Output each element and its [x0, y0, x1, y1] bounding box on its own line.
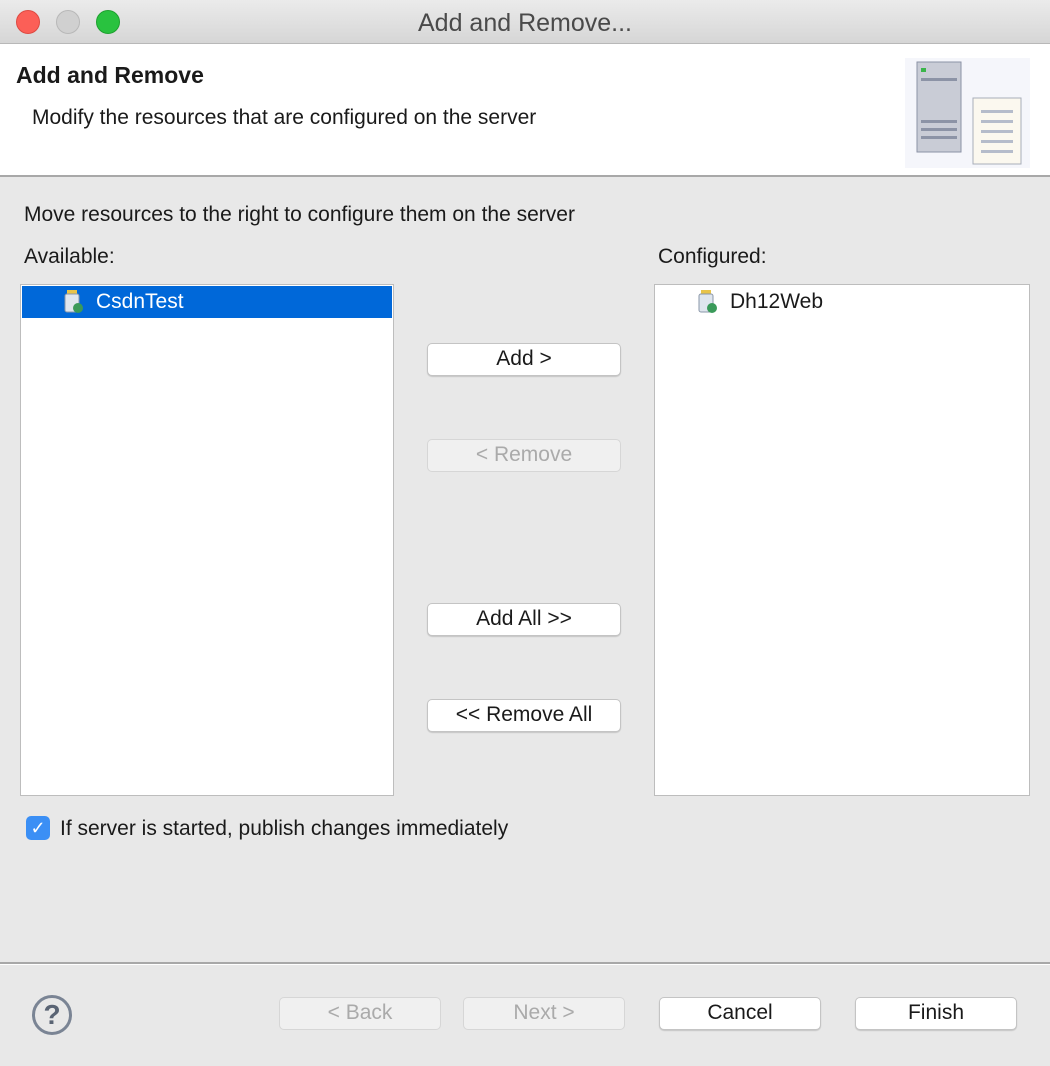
- server-banner-icon: [905, 58, 1030, 168]
- configured-list[interactable]: Dh12Web: [654, 284, 1030, 796]
- title-bar: Add and Remove...: [0, 0, 1050, 44]
- web-project-icon: [698, 290, 717, 313]
- configured-label: Configured:: [658, 245, 767, 268]
- available-list[interactable]: CsdnTest: [20, 284, 394, 796]
- list-item[interactable]: CsdnTest: [22, 286, 392, 318]
- instructions-text: Move resources to the right to configure…: [24, 203, 575, 226]
- list-item[interactable]: Dh12Web: [656, 286, 1028, 318]
- available-label: Available:: [24, 245, 115, 268]
- help-icon[interactable]: ?: [32, 995, 72, 1035]
- add-all-button[interactable]: Add All >>: [427, 603, 621, 636]
- publish-checkbox[interactable]: ✓: [26, 816, 50, 840]
- page-description: Modify the resources that are configured…: [32, 106, 537, 129]
- page-title: Add and Remove: [16, 62, 204, 88]
- remove-all-button[interactable]: << Remove All: [427, 699, 621, 732]
- web-project-icon: [64, 290, 83, 313]
- publish-checkbox-label[interactable]: If server is started, publish changes im…: [60, 817, 508, 841]
- wizard-header: Add and Remove Modify the resources that…: [0, 44, 1050, 177]
- remove-button[interactable]: < Remove: [427, 439, 621, 472]
- back-button[interactable]: < Back: [279, 997, 441, 1030]
- cancel-button[interactable]: Cancel: [659, 997, 821, 1030]
- list-item-label: Dh12Web: [730, 290, 824, 313]
- window-title: Add and Remove...: [417, 9, 632, 37]
- next-button[interactable]: Next >: [463, 997, 625, 1030]
- finish-button[interactable]: Finish: [855, 997, 1017, 1030]
- add-button[interactable]: Add >: [427, 343, 621, 376]
- footer-divider: [0, 962, 1050, 965]
- list-item-label: CsdnTest: [96, 290, 184, 313]
